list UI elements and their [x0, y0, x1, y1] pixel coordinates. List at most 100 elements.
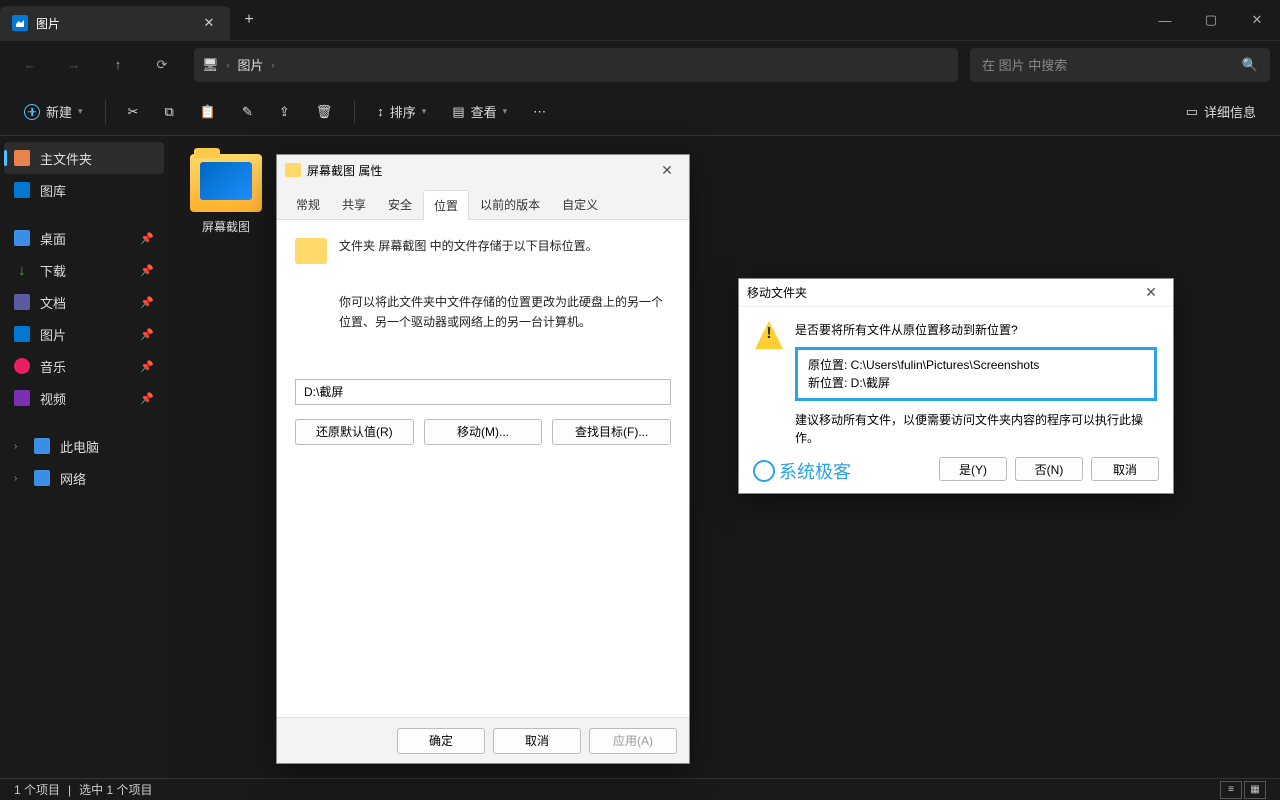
sidebar-item-pictures[interactable]: 图片📌	[4, 318, 164, 350]
status-item-count: 1 个项目	[14, 781, 60, 798]
sidebar-item-gallery[interactable]: 图库	[4, 174, 164, 206]
location-highlight-box: 原位置: C:\Users\fulin\Pictures\Screenshots…	[795, 347, 1157, 401]
view-list-button[interactable]: ≡	[1220, 781, 1242, 799]
sidebar-item-videos[interactable]: 视频📌	[4, 382, 164, 414]
forward-button[interactable]: →	[54, 47, 94, 83]
status-selected: 选中 1 个项目	[79, 781, 152, 798]
statusbar: 1 个项目 | 选中 1 个项目 ≡ ▦	[0, 778, 1280, 800]
back-button[interactable]: ←	[10, 47, 50, 83]
new-button[interactable]: 新建 ▾	[14, 95, 93, 129]
chevron-right-icon: ›	[227, 60, 230, 70]
cancel-button[interactable]: 取消	[493, 728, 581, 754]
view-button[interactable]: ▤查看▾	[442, 95, 517, 129]
sidebar-item-network[interactable]: ›网络	[4, 462, 164, 494]
dialog-body: 文件夹 屏幕截图 中的文件存储于以下目标位置。 你可以将此文件夹中文件存储的位置…	[277, 220, 689, 717]
location-description-1: 文件夹 屏幕截图 中的文件存储于以下目标位置。	[339, 236, 598, 256]
sidebar-item-downloads[interactable]: ↓下载📌	[4, 254, 164, 286]
find-target-button[interactable]: 查找目标(F)...	[552, 419, 671, 445]
refresh-button[interactable]: ⟳	[142, 47, 182, 83]
new-tab-button[interactable]: +	[240, 11, 258, 29]
folder-label: 屏幕截图	[202, 218, 250, 235]
breadcrumb-pictures[interactable]: 图片	[238, 55, 264, 74]
restore-default-button[interactable]: 还原默认值(R)	[295, 419, 414, 445]
monitor-icon: 🖥	[202, 57, 219, 73]
watermark: 系统极客	[753, 458, 851, 484]
close-window-button[interactable]: ✕	[1234, 0, 1280, 40]
desktop-icon	[14, 230, 30, 246]
paste-button[interactable]: 📋	[190, 95, 226, 129]
search-icon: 🔍	[1242, 57, 1258, 73]
more-button[interactable]: ⋯	[523, 95, 556, 129]
close-dialog-button[interactable]: ✕	[653, 162, 681, 179]
view-grid-button[interactable]: ▦	[1244, 781, 1266, 799]
navbar: ← → ↑ ⟳ 🖥 › 图片 › 在 图片 中搜索 🔍	[0, 40, 1280, 88]
pin-icon: 📌	[140, 232, 154, 245]
pictures-icon	[14, 326, 30, 342]
view-switcher: ≡ ▦	[1220, 781, 1266, 799]
tab-location[interactable]: 位置	[423, 190, 469, 220]
chevron-right-icon: ›	[272, 60, 275, 70]
tab-security[interactable]: 安全	[377, 189, 423, 219]
rename-button[interactable]: ✎	[232, 95, 263, 129]
pin-icon: 📌	[140, 264, 154, 277]
chevron-right-icon: ›	[14, 441, 24, 452]
folder-icon	[295, 238, 327, 264]
gallery-icon	[14, 182, 30, 198]
tab-custom[interactable]: 自定义	[551, 189, 609, 219]
window-tab[interactable]: 图片 ✕	[0, 6, 230, 40]
pc-icon	[34, 438, 50, 454]
confirm-question: 是否要将所有文件从原位置移动到新位置?	[795, 321, 1157, 339]
tab-share[interactable]: 共享	[331, 189, 377, 219]
sort-button[interactable]: ↕排序▾	[367, 95, 436, 129]
share-button[interactable]: ⇪	[269, 95, 300, 129]
tab-general[interactable]: 常规	[285, 189, 331, 219]
plus-icon	[24, 104, 40, 120]
chevron-right-icon: ›	[14, 473, 24, 484]
no-button[interactable]: 否(N)	[1015, 457, 1083, 481]
folder-icon	[285, 163, 301, 177]
separator: |	[68, 783, 71, 797]
location-description-2: 你可以将此文件夹中文件存储的位置更改为此硬盘上的另一个位置、另一个驱动器或网络上…	[295, 292, 671, 333]
folder-screenshots[interactable]: 屏幕截图	[182, 150, 270, 239]
close-dialog-button[interactable]: ✕	[1137, 284, 1165, 301]
sidebar-item-documents[interactable]: 文档📌	[4, 286, 164, 318]
search-placeholder: 在 图片 中搜索	[982, 55, 1067, 74]
sidebar-item-music[interactable]: 音乐📌	[4, 350, 164, 382]
delete-button[interactable]: 🗑	[306, 95, 343, 129]
sidebar-item-thispc[interactable]: ›此电脑	[4, 430, 164, 462]
cancel-button[interactable]: 取消	[1091, 457, 1159, 481]
move-button[interactable]: 移动(M)...	[424, 419, 543, 445]
copy-button[interactable]: ⧉	[154, 95, 183, 129]
old-location: 原位置: C:\Users\fulin\Pictures\Screenshots	[808, 356, 1144, 374]
ok-button[interactable]: 确定	[397, 728, 485, 754]
video-icon	[14, 390, 30, 406]
dialog-title: 移动文件夹	[747, 284, 807, 301]
share-icon: ⇪	[279, 104, 290, 120]
maximize-button[interactable]: ▢	[1188, 0, 1234, 40]
close-tab-icon[interactable]: ✕	[200, 14, 218, 32]
tab-title: 图片	[36, 15, 192, 32]
sidebar: 主文件夹 图库 桌面📌 ↓下载📌 文档📌 图片📌 音乐📌 视频📌 ›此电脑 ›网…	[0, 136, 168, 780]
paste-icon: 📋	[200, 104, 216, 120]
cut-button[interactable]: ✂	[118, 95, 149, 129]
up-button[interactable]: ↑	[98, 47, 138, 83]
titlebar: 图片 ✕ + — ▢ ✕	[0, 0, 1280, 40]
window-controls: — ▢ ✕	[1142, 0, 1280, 40]
details-pane-button[interactable]: ▭详细信息	[1176, 95, 1266, 129]
pin-icon: 📌	[140, 296, 154, 309]
path-input[interactable]	[295, 379, 671, 405]
search-input[interactable]: 在 图片 中搜索 🔍	[970, 48, 1270, 82]
address-bar[interactable]: 🖥 › 图片 ›	[194, 48, 958, 82]
pictures-icon	[12, 15, 28, 31]
watermark-icon	[753, 460, 775, 482]
apply-button[interactable]: 应用(A)	[589, 728, 677, 754]
network-icon	[34, 470, 50, 486]
sidebar-item-home[interactable]: 主文件夹	[4, 142, 164, 174]
minimize-button[interactable]: —	[1142, 0, 1188, 40]
dialog-titlebar[interactable]: 屏幕截图 属性 ✕	[277, 155, 689, 185]
yes-button[interactable]: 是(Y)	[939, 457, 1007, 481]
dialog-titlebar[interactable]: 移动文件夹 ✕	[739, 279, 1173, 307]
tab-previous[interactable]: 以前的版本	[469, 189, 551, 219]
sidebar-item-desktop[interactable]: 桌面📌	[4, 222, 164, 254]
toolbar: 新建 ▾ ✂ ⧉ 📋 ✎ ⇪ 🗑 ↕排序▾ ▤查看▾ ⋯ ▭详细信息	[0, 88, 1280, 136]
